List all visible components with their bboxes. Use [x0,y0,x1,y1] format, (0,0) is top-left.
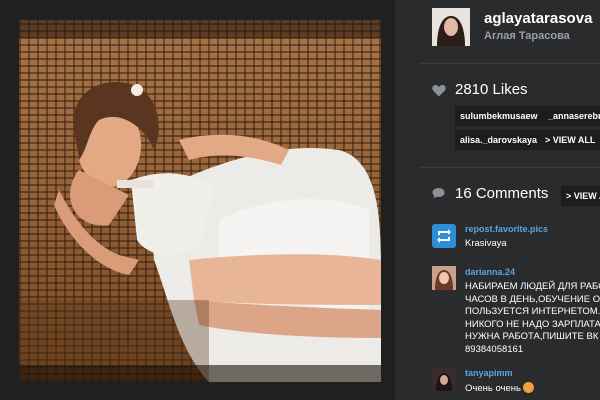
post-photo[interactable] [19,20,381,382]
comment-text-line: НИКОГО НЕ НАДО ЗАРПЛАТА [465,318,600,330]
comment-username[interactable]: repost.favorite.pics [465,224,548,234]
avatar-image [432,8,470,46]
profile-full-name: Аглая Тарасова [484,30,570,42]
like-user-tag[interactable]: alisa._darovskaya [455,130,543,150]
smiley-emoji-icon [522,382,534,393]
avatar[interactable] [432,8,470,46]
comment-username[interactable]: darianna.24 [465,267,515,277]
likes-view-all-button[interactable]: > VIEW ALL [540,130,600,150]
comment-avatar[interactable] [432,367,456,391]
photo-frame [0,0,395,400]
like-user-tag[interactable]: sulumbekmusaew [455,106,543,126]
comments-view-all-button[interactable]: > VIEW A [561,186,600,206]
profile-username[interactable]: aglayatarasova [484,10,592,27]
comment-username[interactable]: tanyapimm [465,368,513,378]
repost-icon [432,224,456,248]
avatar-image [432,266,456,290]
comment-text-line: НУЖНА РАБОТА,ПИШИТЕ ВК Н [465,331,600,342]
divider [420,167,600,168]
comment-avatar[interactable] [432,224,456,248]
heart-icon [432,84,446,97]
comment-text-line: НАБИРАЕМ ЛЮДЕЙ ДЛЯ РАБО [465,281,600,292]
comment-text: Krasivaya [465,238,507,249]
comment-text: Очень очень [465,382,534,396]
comment-avatar[interactable] [432,266,456,290]
likes-count: 2810 Likes [455,81,528,98]
comments-count: 16 Comments [455,185,549,202]
speech-bubble-icon [432,188,445,199]
comment-text-line: ПОЛЬЗУЕТСЯ ИНТЕРНЕТОМ.Н [465,306,600,317]
comment-text-content: Очень очень [465,383,521,394]
comment-text-line: ЧАСОВ В ДЕНЬ,ОБУЧЕНИЕ ОН [465,293,600,305]
divider [420,63,600,64]
photo-illustration [19,20,381,382]
like-user-tag[interactable]: _annaserebr [543,106,600,126]
avatar-image [432,367,456,391]
comment-text-line: 89384058161 [465,343,524,355]
